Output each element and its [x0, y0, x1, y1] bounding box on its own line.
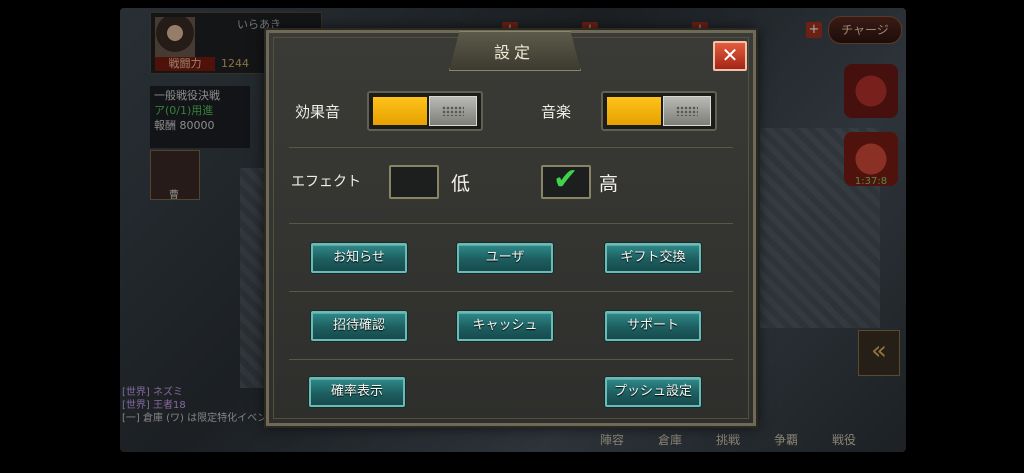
- toggle-on-fill: [373, 97, 427, 125]
- effect-high-label: 高: [599, 173, 619, 195]
- sound-effects-toggle[interactable]: [367, 91, 483, 131]
- gift-exchange-button[interactable]: ギフト交換: [605, 243, 701, 273]
- notice-button[interactable]: お知らせ: [311, 243, 407, 273]
- dialog-title: 設定: [493, 43, 534, 62]
- effect-low-checkbox[interactable]: [389, 165, 439, 199]
- effect-low-label: 低: [451, 173, 471, 195]
- music-toggle[interactable]: [601, 91, 717, 131]
- effect-high-checkbox[interactable]: ✔: [541, 162, 591, 199]
- push-settings-button[interactable]: プッシュ設定: [605, 377, 701, 407]
- toggle-on-fill: [607, 97, 661, 125]
- divider: [289, 359, 733, 360]
- toggle-knob[interactable]: [429, 96, 477, 126]
- divider: [289, 223, 733, 224]
- close-button[interactable]: ✕: [713, 41, 747, 71]
- settings-dialog: 設定 ✕ 効果音 音楽 エフェクト 低 ✔ 高 お知らせ ユーザ ギフト交換 招…: [266, 30, 756, 426]
- music-label: 音楽: [541, 103, 572, 121]
- invite-confirm-button[interactable]: 招待確認: [311, 311, 407, 341]
- user-button[interactable]: ユーザ: [457, 243, 553, 273]
- close-icon: ✕: [721, 43, 739, 67]
- divider: [289, 147, 733, 148]
- toggle-knob[interactable]: [663, 96, 711, 126]
- effects-label: エフェクト: [291, 174, 361, 190]
- divider: [289, 291, 733, 292]
- probability-button[interactable]: 確率表示: [309, 377, 405, 407]
- cache-button[interactable]: キャッシュ: [457, 311, 553, 341]
- check-icon: ✔: [553, 162, 579, 197]
- support-button[interactable]: サポート: [605, 311, 701, 341]
- sound-effects-label: 効果音: [295, 103, 341, 121]
